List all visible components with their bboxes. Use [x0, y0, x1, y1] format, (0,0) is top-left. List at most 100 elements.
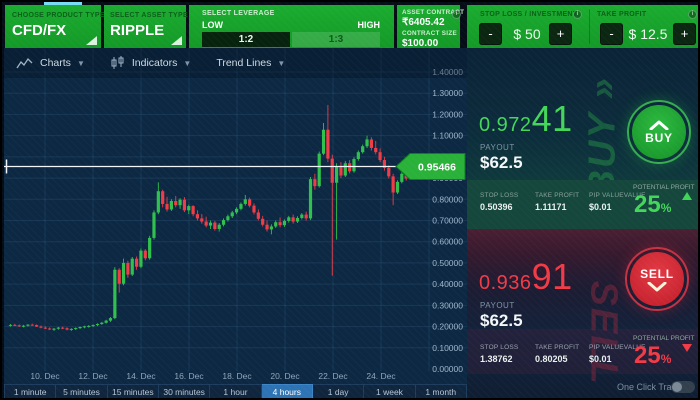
- timeframe-button[interactable]: 1 week: [364, 384, 415, 400]
- svg-text:12. Dec: 12. Dec: [78, 371, 108, 381]
- asset-type-dropdown[interactable]: SELECT ASSET TYPE RIPPLE: [104, 5, 186, 48]
- svg-text:0.70000: 0.70000: [432, 216, 463, 226]
- chevron-down-icon: ▼: [77, 59, 85, 68]
- info-icon[interactable]: i: [573, 10, 582, 19]
- sell-stop-loss-label: STOP LOSS: [480, 344, 518, 351]
- chevron-down-icon: [646, 282, 668, 292]
- product-type-label: CHOOSE PRODUCT TYPE: [12, 12, 105, 19]
- stop-loss-investment-label: STOP LOSS / INVESTMENT: [480, 11, 577, 18]
- candlestick-icon: [110, 56, 126, 70]
- svg-text:10. Dec: 10. Dec: [30, 371, 60, 381]
- svg-text:0.40000: 0.40000: [432, 279, 463, 289]
- contract-size-label: CONTRACT SIZE: [402, 30, 457, 37]
- timeframe-bar: 1 minute5 minutes15 minutes30 minutes1 h…: [4, 384, 467, 400]
- timeframe-button[interactable]: 1 minute: [4, 384, 56, 400]
- chart-pane: 1.400001.300001.200001.100001.000000.900…: [4, 48, 467, 400]
- take-profit-value: $ 12.5: [625, 25, 671, 43]
- buy-price: 0.97241: [479, 98, 573, 140]
- header-divider: [589, 9, 590, 44]
- svg-text:1.20000: 1.20000: [432, 109, 463, 119]
- svg-text:20. Dec: 20. Dec: [270, 371, 300, 381]
- svg-text:0.60000: 0.60000: [432, 237, 463, 247]
- info-icon[interactable]: i: [688, 10, 697, 19]
- timeframe-button[interactable]: 15 minutes: [108, 384, 159, 400]
- svg-text:1.10000: 1.10000: [432, 131, 463, 141]
- sell-take-profit-label: TAKE PROFIT: [535, 344, 579, 351]
- x-axis-labels: 10. Dec12. Dec14. Dec16. Dec18. Dec20. D…: [30, 371, 396, 381]
- svg-text:0.00000: 0.00000: [432, 364, 463, 374]
- order-settings-block: STOP LOSS / INVESTMENT i - $ 50 + TAKE P…: [467, 5, 700, 48]
- asset-contract-value: ₹6405.42: [402, 17, 445, 28]
- sell-button-face: SELL: [630, 252, 684, 306]
- buy-take-profit-value: 1.11171: [535, 202, 567, 212]
- info-icon[interactable]: i: [452, 10, 461, 19]
- leverage-option-1-2[interactable]: 1:2: [202, 32, 290, 47]
- leverage-option-1-3[interactable]: 1:3: [292, 32, 380, 47]
- trading-app-window: CHOOSE PRODUCT TYPE CFD/FX SELECT ASSET …: [0, 0, 700, 400]
- timeframe-button[interactable]: 1 hour: [210, 384, 261, 400]
- buy-potential-profit-label: POTENTIAL PROFIT: [633, 184, 695, 191]
- take-profit-label: TAKE PROFIT: [597, 11, 646, 18]
- dropdown-arrow-icon: [86, 36, 97, 45]
- buy-button[interactable]: BUY: [627, 100, 691, 164]
- buy-price-suffix: 41: [532, 98, 573, 140]
- chevron-down-icon: ▼: [277, 59, 285, 68]
- svg-text:16. Dec: 16. Dec: [174, 371, 204, 381]
- buy-potential-profit-value: 25%: [634, 191, 671, 219]
- buy-stop-loss-label: STOP LOSS: [480, 192, 518, 199]
- current-price-tag: 0.95466: [396, 153, 465, 179]
- sell-price: 0.93691: [479, 256, 573, 298]
- sell-section: 0.93691 PAYOUT $62.5 SELL » SELL STOP LO…: [467, 229, 700, 400]
- timeframe-button[interactable]: 5 minutes: [56, 384, 107, 400]
- trend-lines-menu[interactable]: Trend Lines ▼: [216, 57, 285, 69]
- timeframe-button[interactable]: 1 day: [313, 384, 364, 400]
- buy-price-prefix: 0.972: [479, 114, 532, 137]
- charts-menu[interactable]: Charts ▼: [16, 57, 85, 70]
- timeframe-button[interactable]: 1 month: [416, 384, 467, 400]
- svg-text:0.10000: 0.10000: [432, 343, 463, 353]
- indicators-menu[interactable]: Indicators ▼: [110, 56, 191, 70]
- leverage-low-label: LOW: [202, 20, 223, 30]
- asset-type-value: RIPPLE: [110, 22, 164, 39]
- stop-loss-investment-value: $ 50: [505, 25, 549, 43]
- sell-price-prefix: 0.936: [479, 272, 532, 295]
- contract-info-block: ASSET CONTRACT ₹6405.42 CONTRACT SIZE $1…: [397, 5, 460, 48]
- chart-area[interactable]: 1.400001.300001.200001.100001.000000.900…: [4, 48, 467, 384]
- sell-pip-value: $0.01: [589, 354, 612, 364]
- chevron-up-icon: [648, 120, 670, 130]
- svg-text:22. Dec: 22. Dec: [318, 371, 348, 381]
- candlestick-series: [9, 105, 421, 331]
- svg-text:1.30000: 1.30000: [432, 88, 463, 98]
- one-click-trade-toggle[interactable]: [671, 381, 695, 393]
- leverage-selector: SELECT LEVERAGE LOW HIGH 1:2 1:3: [189, 5, 394, 48]
- chart-toolbar: Charts ▼ Indicators ▼ Trend Lines ▼: [4, 48, 467, 78]
- stop-loss-plus-button[interactable]: +: [549, 23, 572, 45]
- sell-stats-strip: STOP LOSS 1.38762 TAKE PROFIT 0.80205 PI…: [467, 329, 700, 374]
- y-axis-labels: 1.400001.300001.200001.100001.000000.900…: [432, 67, 463, 374]
- profit-down-triangle-icon: [682, 344, 692, 352]
- buy-pip-value: $0.01: [589, 202, 612, 212]
- sell-button-label: SELL: [640, 267, 674, 281]
- dropdown-arrow-icon: [171, 36, 182, 45]
- sell-button[interactable]: SELL: [625, 247, 689, 311]
- svg-text:0.20000: 0.20000: [432, 322, 463, 332]
- buy-button-label: BUY: [645, 131, 673, 145]
- line-chart-icon: [16, 57, 34, 70]
- chevron-down-icon: ▼: [183, 59, 191, 68]
- product-type-dropdown[interactable]: CHOOSE PRODUCT TYPE CFD/FX: [5, 5, 101, 48]
- timeframe-button[interactable]: 30 minutes: [159, 384, 210, 400]
- sell-take-profit-value: 0.80205: [535, 354, 568, 364]
- sell-potential-profit-value: 25%: [634, 342, 671, 370]
- trade-panel: 0.97241 PAYOUT $62.5 BUY » BUY STOP LOSS…: [467, 48, 700, 400]
- profit-up-triangle-icon: [682, 192, 692, 200]
- sell-payout-value: $62.5: [480, 311, 523, 331]
- leverage-label: SELECT LEVERAGE: [202, 10, 275, 17]
- stop-loss-minus-button[interactable]: -: [479, 23, 502, 45]
- buy-payout-label: PAYOUT: [480, 143, 515, 152]
- timeframe-button[interactable]: 4 hours: [262, 384, 313, 400]
- take-profit-plus-button[interactable]: +: [673, 23, 696, 45]
- take-profit-minus-button[interactable]: -: [600, 23, 623, 45]
- svg-text:14. Dec: 14. Dec: [126, 371, 156, 381]
- active-tab-indicator: [44, 2, 82, 5]
- buy-payout-value: $62.5: [480, 153, 523, 173]
